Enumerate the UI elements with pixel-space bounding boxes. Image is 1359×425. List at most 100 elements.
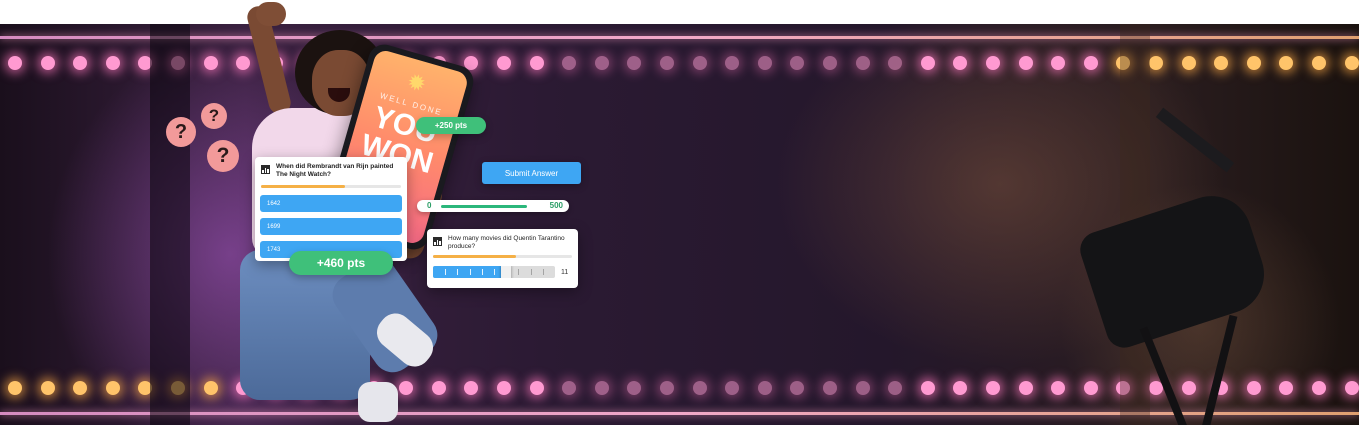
- points-badge-small: +250 pts: [416, 117, 486, 134]
- light-bulb: [725, 56, 740, 70]
- answer-option[interactable]: 1642: [260, 195, 402, 212]
- light-bulb: [562, 381, 577, 395]
- slider-tick: [518, 269, 520, 275]
- light-bulb: [920, 381, 935, 395]
- light-bulb: [855, 56, 870, 70]
- light-bulb: [888, 56, 903, 70]
- submit-answer-button[interactable]: Submit Answer: [482, 162, 581, 184]
- light-bulb: [790, 56, 805, 70]
- light-bulb: [73, 56, 88, 70]
- light-bulb: [986, 381, 1000, 395]
- light-bulb: [660, 56, 674, 70]
- light-bulb: [1018, 56, 1033, 70]
- slider-row: 11: [433, 266, 572, 278]
- raised-hand: [256, 2, 286, 26]
- light-bulb: [920, 56, 935, 70]
- light-bulb: [953, 56, 968, 70]
- light-bulb: [1312, 381, 1326, 395]
- light-bulb: [986, 56, 1000, 70]
- range-bar: [441, 205, 527, 208]
- quiz-progress-fill: [261, 185, 345, 188]
- light-bulb: [529, 381, 544, 395]
- light-bulb: [497, 56, 511, 70]
- light-bulb: [105, 56, 120, 70]
- quiz-card: When did Rembrandt van Rijn painted The …: [255, 157, 407, 261]
- light-bulb: [790, 381, 805, 395]
- question-bubble-icon: ?: [166, 117, 196, 147]
- light-bulb: [953, 381, 968, 395]
- light-bulb: [73, 381, 88, 395]
- light-bulb: [1279, 381, 1294, 395]
- quiz-question: When did Rembrandt van Rijn painted The …: [276, 163, 394, 178]
- slider-tick: [445, 269, 447, 275]
- slider-tick: [530, 269, 532, 275]
- light-bulb: [529, 56, 544, 70]
- light-bulb: [855, 381, 870, 395]
- light-bulb: [8, 381, 22, 395]
- light-bulb: [1083, 381, 1098, 395]
- light-bulb: [757, 381, 772, 395]
- light-bulb: [757, 56, 772, 70]
- sneaker: [358, 382, 398, 422]
- slider-question: How many movies did Quentin Tarantino pr…: [448, 235, 565, 250]
- light-bulb: [1181, 56, 1196, 70]
- light-bulb: [1312, 56, 1326, 70]
- light-bulb: [1344, 381, 1359, 395]
- slider-tick: [481, 269, 483, 275]
- slider-card-progress-track: [433, 255, 572, 258]
- light-bulb: [1344, 56, 1359, 70]
- light-bulb: [8, 56, 22, 70]
- light-bulb: [627, 56, 642, 70]
- light-bulb: [1051, 56, 1066, 70]
- number-slider[interactable]: [433, 266, 555, 278]
- light-bulb: [594, 56, 609, 70]
- quiz-card-header: When did Rembrandt van Rijn painted The …: [255, 157, 407, 179]
- light-bulb: [594, 381, 609, 395]
- slider-question-card: How many movies did Quentin Tarantino pr…: [427, 229, 578, 288]
- slider-card-progress-fill: [433, 255, 517, 258]
- range-max: 500: [549, 201, 563, 210]
- light-bulb: [888, 381, 903, 395]
- question-bubble-icon: ?: [201, 103, 227, 129]
- light-bulb: [1214, 56, 1229, 70]
- light-bulb: [1018, 381, 1033, 395]
- light-bulb: [1181, 381, 1196, 395]
- studio-lamp: [1075, 185, 1275, 353]
- chart-icon: [433, 237, 442, 246]
- light-bulb: [1246, 381, 1261, 395]
- slider-tick: [469, 269, 471, 275]
- slider-tick: [542, 269, 544, 275]
- light-bulb: [692, 381, 707, 395]
- light-bulb: [660, 381, 674, 395]
- light-bulb: [1083, 56, 1098, 70]
- slider-tick: [457, 269, 459, 275]
- light-bulb: [1246, 56, 1261, 70]
- slider-value: 11: [561, 268, 569, 276]
- slider-handle[interactable]: [501, 266, 512, 278]
- chart-icon: [261, 165, 270, 174]
- light-bulb: [823, 56, 837, 70]
- light-bulb: [823, 381, 837, 395]
- light-bulb: [562, 56, 577, 70]
- points-range: 0 500: [417, 200, 569, 212]
- quiz-progress-track: [261, 185, 401, 188]
- light-bulb: [725, 381, 740, 395]
- points-badge-large: +460 pts: [289, 251, 393, 275]
- light-bulb: [1149, 56, 1163, 70]
- light-bulb: [40, 56, 55, 70]
- light-bulb: [497, 381, 511, 395]
- studio-lamp-arm: [1155, 107, 1235, 173]
- light-bulb: [105, 381, 120, 395]
- answer-option[interactable]: 1699: [260, 218, 402, 235]
- question-bubble-icon: ?: [207, 140, 239, 172]
- light-bulb: [40, 381, 55, 395]
- slider-tick: [494, 269, 495, 275]
- range-min: 0: [427, 201, 432, 210]
- party-popper-icon: ✹: [404, 68, 429, 98]
- light-bulb: [1279, 56, 1294, 70]
- light-bulb: [627, 381, 642, 395]
- light-bulb: [1051, 381, 1066, 395]
- slider-card-header: How many movies did Quentin Tarantino pr…: [427, 229, 578, 251]
- studio-column: [150, 24, 190, 425]
- light-bulb: [692, 56, 707, 70]
